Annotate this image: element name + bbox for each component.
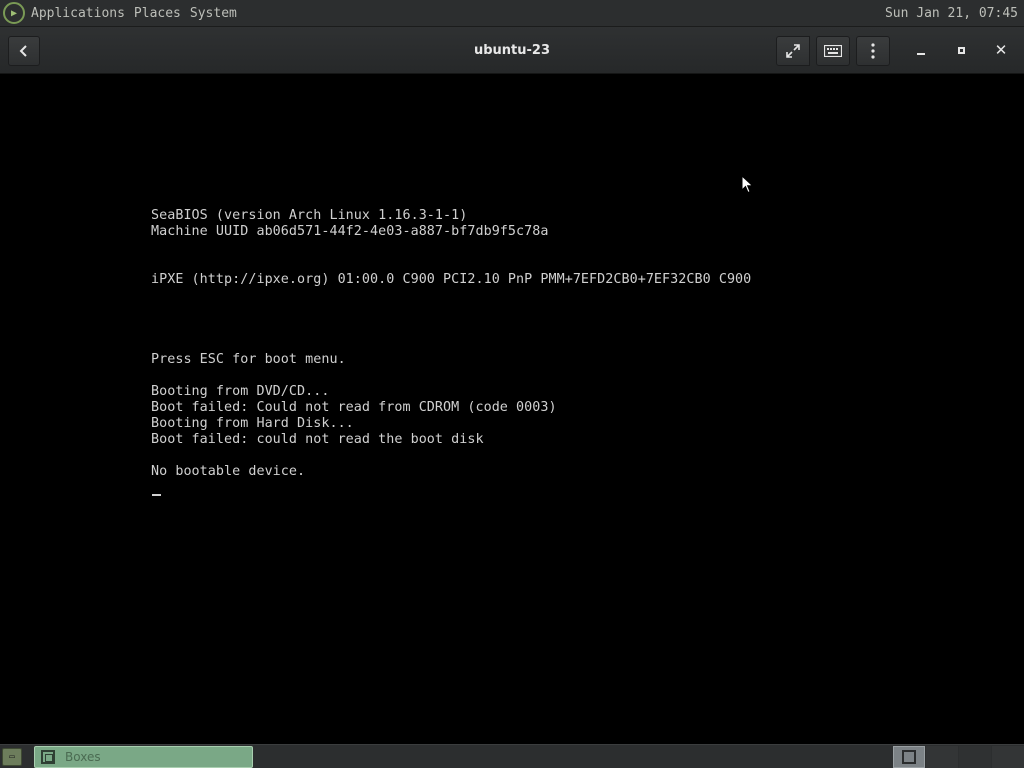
minimize-icon <box>917 53 925 55</box>
keyboard-icon <box>824 45 842 57</box>
workspace-3[interactable] <box>959 746 991 768</box>
console-line-no-bootable: No bootable device. <box>151 464 306 479</box>
top-panel: ▶ Applications Places System Sun Jan 21,… <box>0 0 1024 27</box>
menu-system[interactable]: System <box>190 6 237 21</box>
console-line-uuid: Machine UUID ab06d571-44f2-4e03-a887-bf7… <box>151 224 549 239</box>
workspace-window-icon <box>902 750 916 764</box>
console-line-boot-dvd: Booting from DVD/CD... <box>151 384 330 399</box>
workspace-4[interactable] <box>992 746 1024 768</box>
properties-menu-button[interactable] <box>856 36 890 66</box>
boxes-app-icon <box>41 750 55 764</box>
panel-menu-bar: Applications Places System <box>31 6 237 21</box>
workspace-2[interactable] <box>926 746 958 768</box>
send-keys-button[interactable] <box>816 36 850 66</box>
mouse-pointer-icon <box>741 175 754 194</box>
boxes-header-bar: ubuntu-23 ✕ <box>0 27 1024 74</box>
gnome-foot-icon[interactable]: ▶ <box>3 2 25 24</box>
minimize-button[interactable] <box>910 39 932 61</box>
bottom-panel: ▭ Boxes <box>0 744 1024 768</box>
console-line-ipxe: iPXE (http://ipxe.org) 01:00.0 C900 PCI2… <box>151 272 752 287</box>
taskbar-item-boxes[interactable]: Boxes <box>34 746 253 768</box>
chevron-left-icon <box>19 45 27 57</box>
text-cursor <box>152 494 161 496</box>
vm-display[interactable]: SeaBIOS (version Arch Linux 1.16.3-1-1) … <box>0 74 1024 744</box>
maximize-button[interactable] <box>950 39 972 61</box>
console-line-boot-failed-disk: Boot failed: could not read the boot dis… <box>151 432 484 447</box>
vertical-dots-icon <box>871 43 875 59</box>
taskbar-item-label: Boxes <box>65 750 101 764</box>
console-line-boot-failed-cdrom: Boot failed: Could not read from CDROM (… <box>151 400 557 415</box>
fullscreen-button[interactable] <box>776 36 810 66</box>
workspace-1[interactable] <box>893 746 925 768</box>
maximize-icon <box>957 46 965 54</box>
console-line-seabios: SeaBIOS (version Arch Linux 1.16.3-1-1) <box>151 208 468 223</box>
menu-applications[interactable]: Applications <box>31 6 125 21</box>
close-icon: ✕ <box>994 41 1008 59</box>
close-button[interactable]: ✕ <box>990 39 1012 61</box>
console-line-boot-hdd: Booting from Hard Disk... <box>151 416 354 431</box>
console-line-esc: Press ESC for boot menu. <box>151 352 346 367</box>
back-button[interactable] <box>8 36 40 66</box>
show-desktop-icon[interactable]: ▭ <box>2 748 22 766</box>
fullscreen-icon <box>786 44 800 58</box>
menu-places[interactable]: Places <box>134 6 181 21</box>
panel-clock[interactable]: Sun Jan 21, 07:45 <box>885 6 1018 21</box>
